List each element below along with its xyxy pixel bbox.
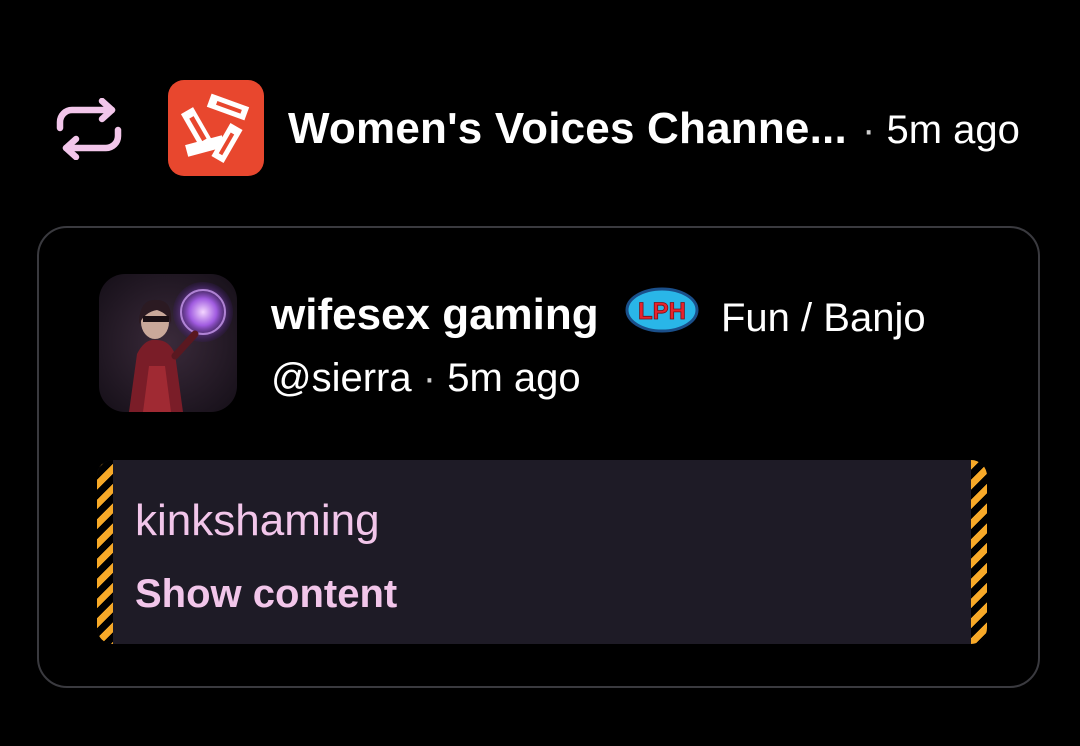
warning-stripe-right	[971, 460, 987, 644]
community-label[interactable]: Fun / Banjo	[721, 296, 926, 341]
author-avatar[interactable]	[99, 274, 237, 412]
post-time: 5m ago	[447, 356, 581, 400]
repost-icon	[56, 98, 122, 160]
feed-item: Women's Voices Channe... · 5m ago wifese…	[0, 0, 1080, 746]
separator-dot: ·	[422, 356, 437, 400]
channel-logo-icon	[168, 80, 264, 176]
show-content-button[interactable]: Show content	[135, 572, 397, 617]
repost-time: 5m ago	[886, 108, 1020, 152]
repost-timestamp: · 5m ago	[862, 108, 1020, 153]
repost-header[interactable]: Women's Voices Channe... · 5m ago	[0, 80, 1080, 176]
warning-stripe-left	[97, 460, 113, 644]
content-warning-box[interactable]: kinkshaming Show content	[97, 460, 987, 644]
flair-text: LPH	[638, 298, 686, 325]
author-avatar-image	[99, 274, 237, 412]
author-display-name[interactable]: wifesex gaming	[271, 290, 599, 340]
channel-avatar[interactable]	[168, 80, 264, 176]
separator-dot: ·	[862, 108, 876, 152]
author-meta: @sierra · 5m ago	[271, 356, 581, 401]
channel-name[interactable]: Women's Voices Channe...	[288, 104, 847, 154]
lph-flair-icon: LPH	[625, 287, 699, 333]
post-card[interactable]: wifesex gaming LPH Fun / Banjo @sierra ·…	[37, 226, 1040, 688]
content-warning-reason: kinkshaming	[135, 496, 380, 545]
author-handle[interactable]: @sierra	[271, 356, 412, 400]
